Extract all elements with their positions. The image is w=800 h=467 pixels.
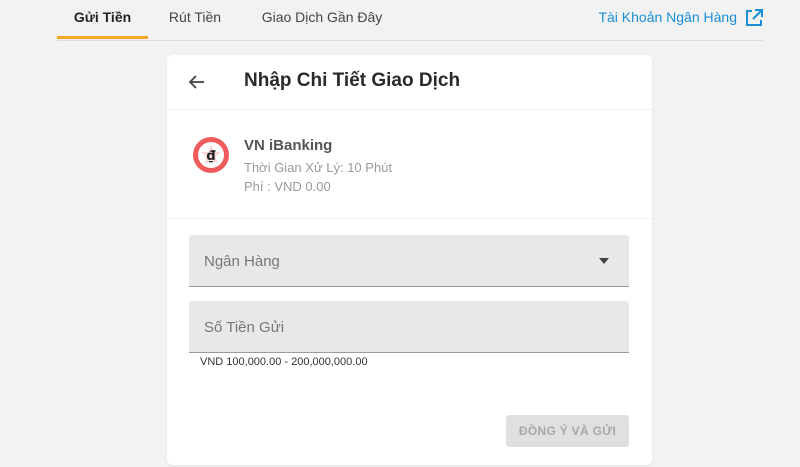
deposit-amount-input[interactable]: Số Tiền Gửi bbox=[189, 301, 629, 353]
tab-recent-transactions[interactable]: Giao Dịch Gần Đây bbox=[249, 0, 395, 38]
method-name: VN iBanking bbox=[244, 137, 333, 154]
fee-text: Phí : VND 0.00 bbox=[244, 179, 331, 194]
agree-and-submit-button[interactable]: ĐỒNG Ý VÀ GỬI bbox=[506, 415, 629, 447]
tab-withdraw[interactable]: Rút Tiền bbox=[157, 0, 233, 38]
back-arrow-icon[interactable] bbox=[187, 72, 207, 92]
bank-account-link[interactable]: Tài Khoản Ngân Hàng bbox=[598, 0, 737, 36]
page-title: Nhập Chi Tiết Giao Dịch bbox=[244, 70, 461, 91]
bank-select-label: Ngân Hàng bbox=[204, 253, 280, 270]
payment-method: ₫ VN iBanking Thời Gian Xử Lý: 10 Phút P… bbox=[167, 110, 652, 219]
card-header: Nhập Chi Tiết Giao Dịch bbox=[167, 55, 652, 110]
processing-time: Thời Gian Xử Lý: 10 Phút bbox=[244, 160, 393, 175]
vn-ibanking-logo: ₫ bbox=[193, 137, 229, 173]
amount-range-hint: VND 100,000.00 - 200,000,000.00 bbox=[200, 356, 368, 368]
transaction-card: Nhập Chi Tiết Giao Dịch ₫ VN iBanking Th… bbox=[167, 55, 652, 465]
top-navigation: Gửi Tiền Rút Tiền Giao Dịch Gần Đây Tài … bbox=[57, 0, 763, 41]
deposit-amount-label: Số Tiền Gửi bbox=[204, 319, 285, 336]
dong-symbol: ₫ bbox=[206, 149, 215, 164]
tab-deposit[interactable]: Gửi Tiền bbox=[57, 0, 148, 39]
bank-select[interactable]: Ngân Hàng bbox=[189, 235, 629, 287]
external-link-icon[interactable] bbox=[745, 9, 763, 27]
caret-down-icon bbox=[599, 258, 609, 264]
